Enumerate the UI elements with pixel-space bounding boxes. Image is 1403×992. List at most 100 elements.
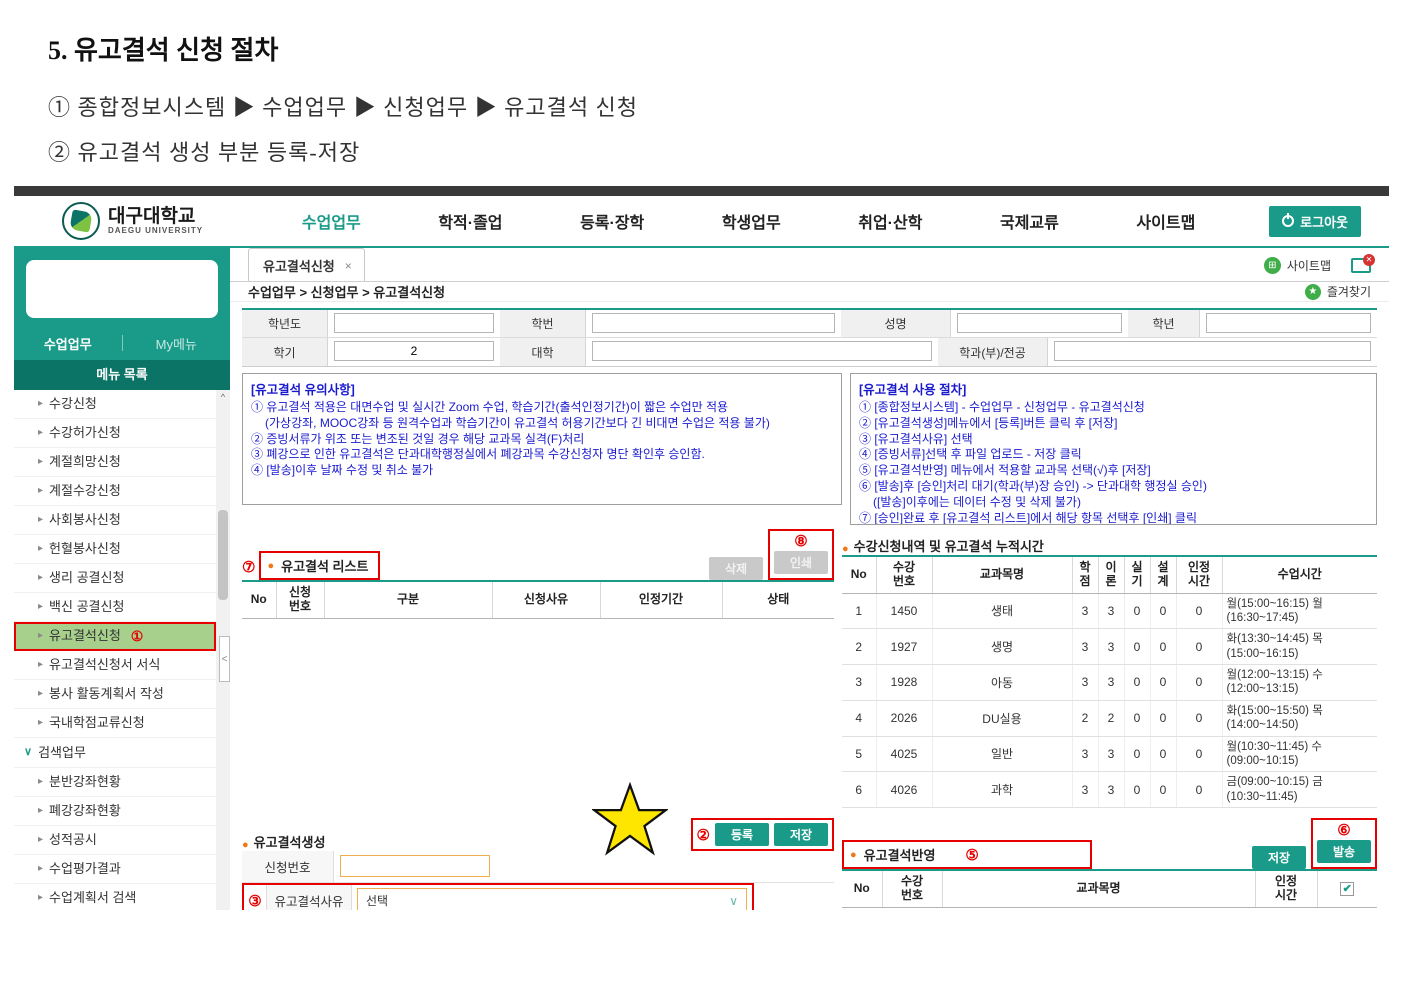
sidebar-menu-item[interactable]: ▸국내학점교류신청 bbox=[14, 709, 216, 738]
tab-absence-apply[interactable]: 유고결석신청 × bbox=[248, 248, 365, 281]
annotation-5: ⑤ bbox=[965, 846, 978, 864]
nav-item-registration[interactable]: 등록·장학 bbox=[580, 209, 644, 233]
table-row[interactable]: 64026과학33000금(09:00~10:15) 금(10:30~11:45… bbox=[842, 772, 1377, 808]
absence-list-title-box: ● 유고결석 리스트 bbox=[259, 551, 380, 580]
col-course-no: 수강 번호 bbox=[876, 556, 932, 593]
enrollment-table: No 수강 번호 교과목명 학 점 이 론 실 기 설 계 인정 시간 수업시간… bbox=[842, 555, 1377, 808]
sidebar-menu-item[interactable]: ▸생리 공결신청 bbox=[14, 564, 216, 593]
absence-reason-select[interactable]: 선택 ∨ bbox=[357, 888, 747, 910]
sidebar-menu-item[interactable]: ▸수업평가결과 bbox=[14, 855, 216, 884]
table-cell: 0 bbox=[1124, 772, 1150, 808]
tab-bar: 유고결석신청 × ⊞ 사이트맵 bbox=[230, 248, 1389, 282]
sidebar-menu-item[interactable]: ▸분반강좌현황 bbox=[14, 768, 216, 797]
sidebar-menu-item[interactable]: ▸봉사 활동계획서 작성 bbox=[14, 680, 216, 709]
table-row[interactable]: 54025일반33000월(10:30~11:45) 수(09:00~10:15… bbox=[842, 736, 1377, 772]
nav-item-records[interactable]: 학적·졸업 bbox=[438, 209, 502, 233]
select-all-checkbox[interactable]: ✔ bbox=[1340, 882, 1354, 896]
nav-item-international[interactable]: 국제교류 bbox=[1000, 209, 1059, 233]
nav-item-sitemap[interactable]: 사이트맵 bbox=[1136, 209, 1195, 233]
sidebar-menu-item[interactable]: ▸유고결석신청서 서식 bbox=[14, 651, 216, 680]
nav-item-career[interactable]: 취업·산학 bbox=[858, 209, 922, 233]
arrow-icon: ▸ bbox=[38, 535, 43, 563]
sidebar-tab-classwork[interactable]: 수업업무 bbox=[14, 334, 122, 353]
notice-line: ⑦ [승인]완료 후 [유고결석 리스트]에서 해당 항목 선택후 [인쇄] 클… bbox=[859, 511, 1368, 525]
sitemap-link[interactable]: ⊞ 사이트맵 bbox=[1264, 257, 1331, 274]
favorite-button[interactable]: ★ 즐겨찾기 bbox=[1305, 283, 1371, 300]
table-cell: 0 bbox=[1124, 665, 1150, 701]
enrollment-title: 수강신청내역 및 유고결석 누적시간 bbox=[854, 536, 1044, 555]
table-cell: 0 bbox=[1176, 665, 1222, 701]
table-cell: 3 bbox=[1072, 772, 1098, 808]
menu-item-label: 수업평가결과 bbox=[49, 855, 121, 883]
sidebar-menu-item[interactable]: ▸성적공시 bbox=[14, 826, 216, 855]
sidebar-menu-item[interactable]: ▸사회봉사신청 bbox=[14, 506, 216, 535]
sidebar-menu-item[interactable]: ▸헌혈봉사신청 bbox=[14, 535, 216, 564]
table-cell: 2 bbox=[1098, 700, 1124, 736]
student-no-field[interactable] bbox=[592, 313, 835, 333]
print-button[interactable]: 인쇄 bbox=[774, 551, 828, 574]
register-button[interactable]: 등록 bbox=[715, 823, 769, 846]
sidebar-menu-item[interactable]: ▸폐강강좌현황 bbox=[14, 797, 216, 826]
term-field[interactable] bbox=[334, 341, 494, 361]
student-no-label: 학번 bbox=[500, 310, 586, 337]
menu-item-label: 분반강좌현황 bbox=[49, 768, 121, 796]
sidebar-section-search[interactable]: ∨ 검색업무 bbox=[14, 738, 216, 768]
tab-label: 유고결석신청 bbox=[263, 256, 335, 275]
sidebar-menu-item[interactable]: ▸수강허가신청 bbox=[14, 419, 216, 448]
sidebar-info-box bbox=[26, 260, 218, 318]
sidebar-menu-item[interactable]: ▸계절희망신청 bbox=[14, 448, 216, 477]
send-button[interactable]: 발송 bbox=[1317, 840, 1371, 863]
app-header: 대구대학교 DAEGU UNIVERSITY 수업업무 학적·졸업 등록·장학 … bbox=[14, 196, 1389, 246]
menu-item-label: 생리 공결신청 bbox=[49, 564, 124, 592]
scrollbar-thumb[interactable] bbox=[218, 510, 228, 600]
sidebar-menu-item[interactable]: ▸계절수강신청 bbox=[14, 477, 216, 506]
table-row[interactable]: 21927생명33000화(13:30~14:45) 목(15:00~16:15… bbox=[842, 629, 1377, 665]
apply-save-button[interactable]: 저장 bbox=[1252, 846, 1306, 869]
year-field[interactable] bbox=[334, 313, 494, 333]
sidebar-item-absence-apply[interactable]: ▸ 유고결석신청 ① bbox=[14, 622, 216, 651]
close-icon[interactable]: × bbox=[345, 259, 352, 273]
table-cell: 5 bbox=[842, 736, 876, 772]
nav-item-student[interactable]: 학생업무 bbox=[722, 209, 781, 233]
table-cell: 0 bbox=[1150, 772, 1176, 808]
table-cell: 1928 bbox=[876, 665, 932, 701]
dept-field[interactable] bbox=[1054, 341, 1371, 361]
grade-field[interactable] bbox=[1206, 313, 1371, 333]
arrow-icon: ▸ bbox=[38, 680, 43, 708]
table-row[interactable]: 11450생태33000월(15:00~16:15) 월(16:30~17:45… bbox=[842, 593, 1377, 629]
table-cell: 화(15:00~15:50) 목(14:00~14:50) bbox=[1222, 700, 1377, 736]
table-row[interactable]: 42026DU실용22000화(15:00~15:50) 목(14:00~14:… bbox=[842, 700, 1377, 736]
name-field[interactable] bbox=[957, 313, 1122, 333]
scroll-up-icon[interactable]: ^ bbox=[216, 390, 230, 402]
sidebar-menu-item[interactable]: ▸수업계획서 검색 bbox=[14, 884, 216, 910]
top-dot-decoration bbox=[30, 186, 44, 195]
delete-button[interactable]: 삭제 bbox=[709, 557, 763, 580]
university-logo[interactable]: 대구대학교 DAEGU UNIVERSITY bbox=[62, 202, 203, 240]
sidebar-tab-mymenu[interactable]: My메뉴 bbox=[123, 334, 231, 353]
close-all-tabs-icon[interactable] bbox=[1351, 258, 1371, 273]
menu-list-header: 메뉴 목록 bbox=[14, 360, 230, 390]
table-cell: 0 bbox=[1150, 629, 1176, 665]
arrow-icon: ▸ bbox=[38, 622, 43, 650]
sidebar-menu-item[interactable]: ▸백신 공결신청 bbox=[14, 593, 216, 622]
col-course-name: 교과목명 bbox=[932, 556, 1072, 593]
sidebar-menu-item[interactable]: ▸수강신청 bbox=[14, 390, 216, 419]
table-cell: 0 bbox=[1124, 736, 1150, 772]
table-cell: 3 bbox=[1098, 772, 1124, 808]
arrow-icon: ▸ bbox=[38, 477, 43, 505]
arrow-icon: ▸ bbox=[38, 768, 43, 796]
col-reason: 신청사유 bbox=[492, 581, 600, 618]
dept-label: 학과(부)/전공 bbox=[938, 338, 1048, 366]
table-cell: 0 bbox=[1124, 593, 1150, 629]
menu-item-label: 수업계획서 검색 bbox=[49, 884, 136, 910]
table-row[interactable]: 31928아동33000월(12:00~13:15) 수(12:00~13:15… bbox=[842, 665, 1377, 701]
university-name: 대구대학교 bbox=[108, 207, 203, 227]
app-no-field[interactable] bbox=[340, 855, 490, 877]
nav-item-classwork[interactable]: 수업업무 bbox=[302, 209, 361, 233]
sidebar-collapse-handle[interactable]: < bbox=[219, 636, 230, 682]
logout-button[interactable]: 로그아웃 bbox=[1269, 206, 1361, 237]
college-field[interactable] bbox=[592, 341, 932, 361]
table-cell: 1450 bbox=[876, 593, 932, 629]
arrow-icon: ▸ bbox=[38, 593, 43, 621]
save-button[interactable]: 저장 bbox=[774, 823, 828, 846]
